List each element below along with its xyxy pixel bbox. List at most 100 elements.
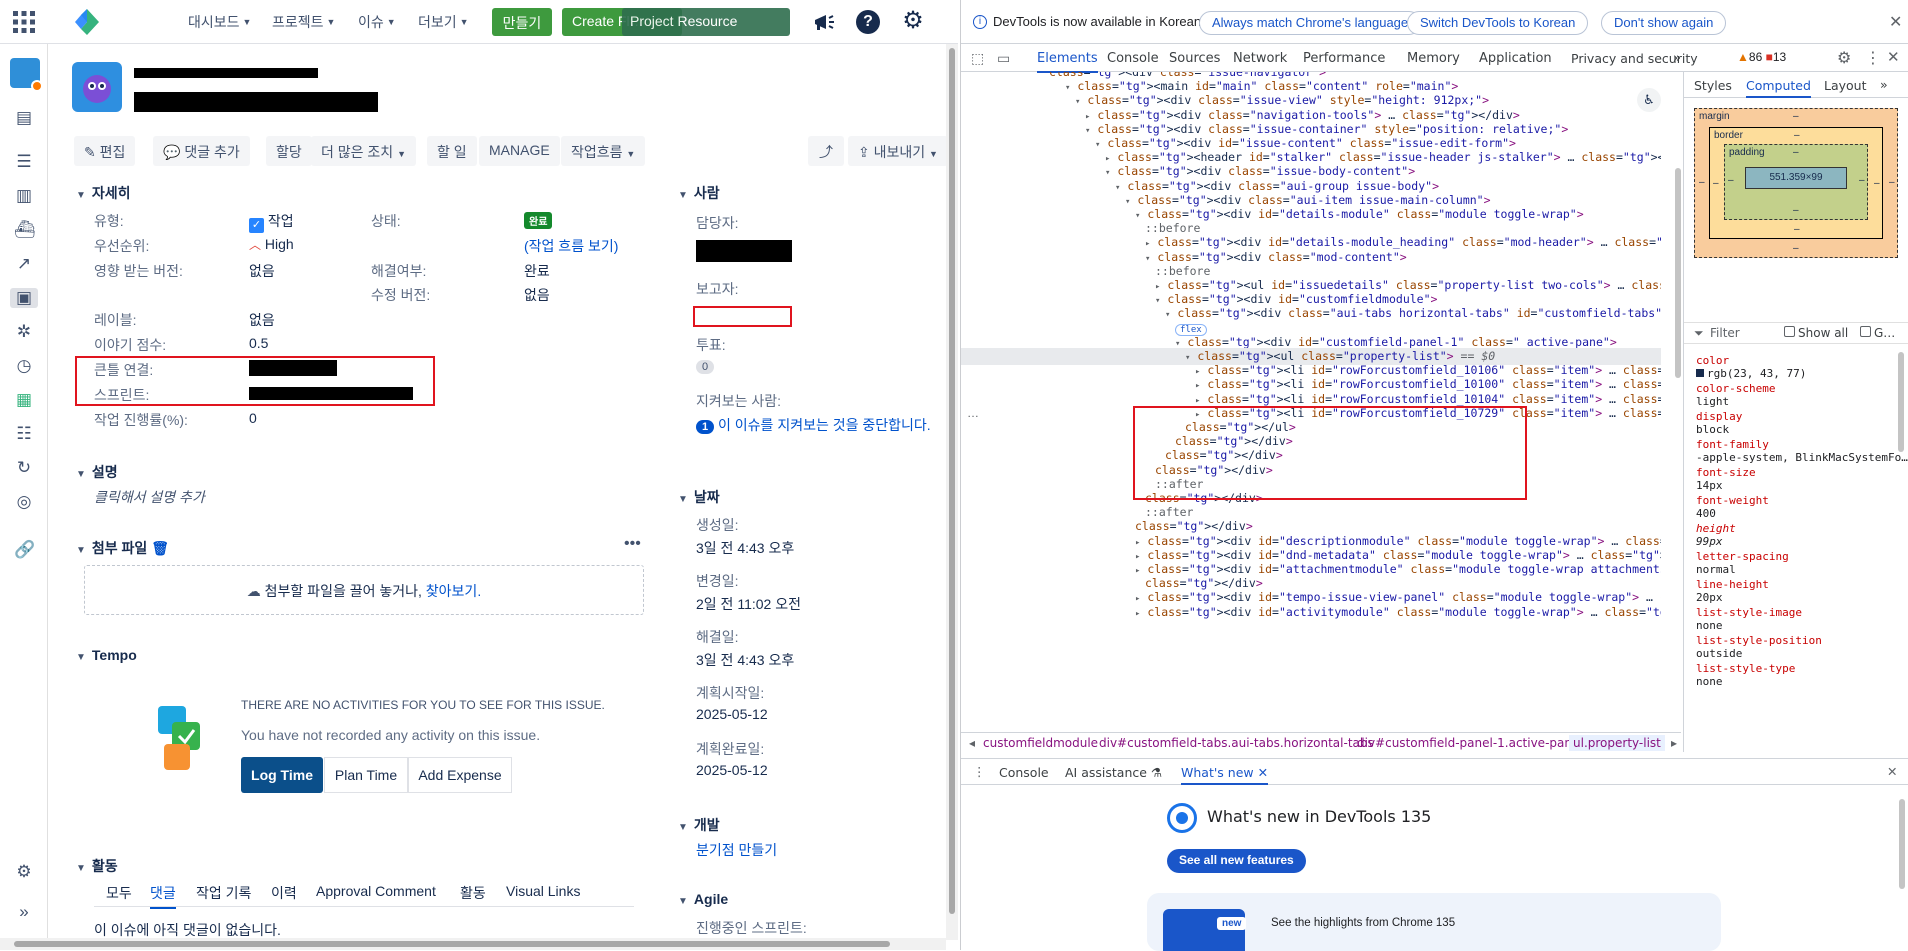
link-icon[interactable]: 🔗 [14,540,35,560]
development-heading[interactable]: ▼ 개발 [678,815,720,835]
manage-button[interactable]: MANAGE [479,136,560,166]
tab-performance[interactable]: Performance [1303,51,1385,66]
clock-icon[interactable]: ◷ [14,356,34,376]
share-button[interactable]: ⤴ [808,136,844,166]
tab-network[interactable]: Network [1233,51,1287,66]
close-drawer-icon[interactable]: ✕ [1887,764,1897,779]
drawer-tab-ai-assistance[interactable]: AI assistance ⚗ [1065,765,1162,780]
edit-button[interactable]: ✎ 편집 [74,136,136,166]
reports-icon[interactable]: ↗ [14,254,34,274]
export-button[interactable]: ⇪ 내보내기 ▼ [848,136,948,166]
assign-button[interactable]: 할당 [266,136,312,166]
switch-korean-button[interactable]: Switch DevTools to Korean [1407,11,1589,35]
attachments-more-icon[interactable]: ••• [624,535,641,553]
details-heading[interactable]: ▼ 자세히 [76,183,131,203]
accessibility-tree-icon[interactable]: ♿ [1637,88,1661,112]
drawer-menu-icon[interactable]: ⋮ [973,764,986,779]
tab-work-log[interactable]: 작업 기록 [196,883,251,903]
help-icon[interactable]: ? [856,10,880,34]
expand-sidebar-icon[interactable]: » [14,902,34,922]
page-horizontal-scrollbar[interactable] [0,938,946,950]
tempo-heading[interactable]: ▼ Tempo [76,647,137,663]
megaphone-icon[interactable] [812,10,836,34]
people-heading[interactable]: ▼ 사람 [678,183,720,203]
see-all-features-button[interactable]: See all new features [1167,849,1306,873]
always-match-language-button[interactable]: Always match Chrome's language [1199,11,1422,35]
computed-property[interactable]: list-style-type none [1696,662,1795,688]
computed-property[interactable]: letter-spacing normal [1696,550,1789,576]
elements-dom-tree[interactable]: class="tg"><div class="issue-navigator">… [961,72,1661,732]
side-pane-scrollbar[interactable] [1898,352,1904,452]
computed-property[interactable]: list-style-image none [1696,606,1802,632]
add-expense-button[interactable]: Add Expense [408,757,512,793]
drawer-tab-whats-new[interactable]: What's new ✕ [1181,765,1269,785]
device-toolbar-icon[interactable]: ▭ [997,50,1010,67]
todo-button[interactable]: 할 일 [427,136,477,166]
computed-property[interactable]: font-weight 400 [1696,494,1769,520]
target-icon[interactable]: ◎ [14,492,34,512]
description-heading[interactable]: ▼ 설명 [76,462,118,482]
dom-node-line[interactable]: ▾ class="tg"><div id="details-module" cl… [1135,206,1584,223]
devtools-menu-icon[interactable]: ⋮ [1865,48,1881,68]
attachment-drop-zone[interactable]: ☁ 첨부할 파일을 끌어 놓거나, 찾아보기. [84,565,644,615]
sidebar-settings-icon[interactable]: ⚙ [14,862,34,882]
group-checkbox[interactable] [1860,326,1871,337]
hscrollbar-thumb[interactable] [14,941,890,947]
tab-visual-links[interactable]: Visual Links [506,883,580,899]
columns-icon[interactable]: ▥ [14,186,34,206]
board-icon[interactable]: ▤ [14,108,34,128]
workflow-button[interactable]: 작업흐름 ▼ [561,136,646,166]
tab-styles[interactable]: Styles [1694,78,1732,93]
side-more-tabs-icon[interactable]: » [1880,77,1888,92]
tab-comments[interactable]: 댓글 [150,883,176,909]
nav-dashboard[interactable]: 대시보드 ▼ [188,12,251,32]
view-workflow-link[interactable]: (작업 흐름 보기) [524,236,618,256]
breadcrumb-scroll-right-icon[interactable]: ▸ [1671,736,1677,750]
tab-elements[interactable]: Elements [1037,51,1098,73]
highlights-card[interactable]: new See the highlights from Chrome 135 [1147,893,1721,951]
tab-layout[interactable]: Layout [1824,78,1867,93]
devtools-settings-icon[interactable]: ⚙ [1837,48,1851,68]
activity-heading[interactable]: ▼ 활동 [76,856,118,876]
dom-node-line[interactable]: ▸ class="tg"><div id="activitymodule" cl… [1135,604,1661,621]
tab-sources[interactable]: Sources [1169,51,1220,66]
sync-icon[interactable]: ↻ [14,458,34,478]
selected-node-ellipsis-icon[interactable]: … [967,406,979,420]
components-icon[interactable]: ✲ [14,322,34,342]
tab-activity[interactable]: 활동 [460,883,486,903]
inspect-element-icon[interactable]: ⬚ [971,50,984,67]
scrollbar-thumb[interactable] [949,48,955,914]
tab-history[interactable]: 이력 [271,883,297,903]
breadcrumb-property-list[interactable]: ul.property-list [1569,735,1665,751]
votes-badge[interactable]: 0 [696,360,715,374]
app-switcher-icon[interactable] [12,10,36,34]
backlog-icon[interactable]: ☰ [14,152,34,172]
show-all-checkbox[interactable] [1784,326,1795,337]
settings-gear-icon[interactable]: ⚙ [900,8,926,34]
tab-all[interactable]: 모두 [106,883,132,903]
computed-property[interactable]: font-size 14px [1696,466,1756,492]
trash-icon[interactable]: 🗑 [151,540,169,556]
attachments-heading[interactable]: ▼ 첨부 파일 🗑 [76,538,169,558]
computed-property[interactable]: font-family -apple-system, BlinkMacSystem… [1696,438,1908,464]
checklist-icon[interactable]: ☷ [14,424,34,444]
tab-memory[interactable]: Memory [1407,51,1460,66]
spreadsheet-icon[interactable]: ▦ [14,390,34,410]
filter-input[interactable]: Filter [1710,326,1740,340]
stop-watching-link[interactable]: 이 이슈를 지켜보는 것을 중단합니다. [718,417,931,433]
more-actions-button[interactable]: 더 많은 조치 ▼ [311,136,416,166]
page-vertical-scrollbar[interactable] [946,44,958,940]
create-button[interactable]: 만들기 [492,8,552,36]
dom-scrollbar-thumb[interactable] [1675,168,1681,378]
dates-heading[interactable]: ▼ 날짜 [678,487,720,507]
description-placeholder[interactable]: 클릭해서 설명 추가 [94,487,205,507]
computed-property[interactable]: color-scheme light [1696,382,1775,408]
plan-time-button[interactable]: Plan Time [324,757,408,793]
issues-icon[interactable]: ▣ [10,288,38,308]
breadcrumb-customfield-tabs[interactable]: div#customfield-tabs.aui-tabs.horizontal… [1099,736,1374,750]
close-tab-icon[interactable]: ✕ [1258,765,1268,780]
dont-show-again-button[interactable]: Don't show again [1601,11,1727,35]
more-tabs-icon[interactable]: » [1673,51,1681,66]
tab-computed[interactable]: Computed [1746,78,1811,98]
close-devtools-icon[interactable]: ✕ [1887,48,1900,66]
